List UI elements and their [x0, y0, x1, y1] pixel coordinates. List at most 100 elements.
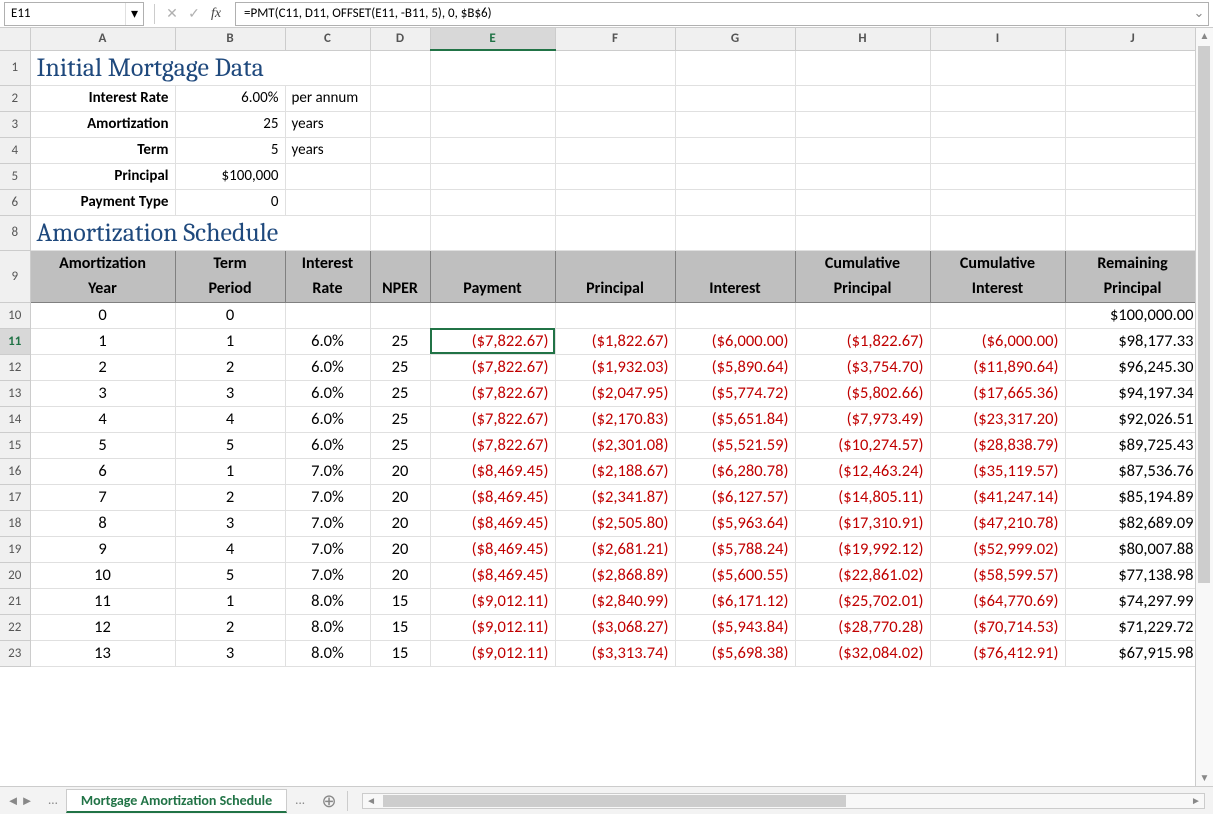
row-head-10[interactable]: 10	[0, 302, 30, 328]
cell-cum-principal[interactable]: ($12,463.24)	[795, 458, 930, 484]
param-value[interactable]: $100,000	[175, 163, 285, 189]
name-box[interactable]: E11 ▾	[4, 2, 144, 26]
col-head-H[interactable]: H	[795, 28, 930, 50]
cell-year[interactable]: 2	[30, 354, 175, 380]
cell[interactable]	[930, 50, 1065, 85]
row-head-9[interactable]: 9	[0, 250, 30, 302]
cell-year[interactable]: 6	[30, 458, 175, 484]
cell-nper[interactable]: 15	[370, 614, 430, 640]
cell[interactable]	[675, 189, 795, 215]
cell-cum-interest[interactable]: ($52,999.02)	[930, 536, 1065, 562]
row-head-22[interactable]: 22	[0, 614, 30, 640]
cell-remaining[interactable]: $80,007.88	[1065, 536, 1200, 562]
cell-remaining[interactable]: $67,915.98	[1065, 640, 1200, 666]
cell-nper[interactable]: 20	[370, 484, 430, 510]
cell-remaining[interactable]: $77,138.98	[1065, 562, 1200, 588]
cell-year[interactable]: 7	[30, 484, 175, 510]
cell-interest[interactable]: ($6,171.12)	[675, 588, 795, 614]
cell-period[interactable]: 2	[175, 484, 285, 510]
cell[interactable]	[370, 163, 430, 189]
cell-interest[interactable]: ($6,000.00)	[675, 328, 795, 354]
cell-remaining[interactable]: $87,536.76	[1065, 458, 1200, 484]
cell-rate[interactable]: 6.0%	[285, 380, 370, 406]
sched-header-bot[interactable]: Principal	[795, 276, 930, 302]
sched-header-top[interactable]	[555, 250, 675, 276]
cell[interactable]	[555, 50, 675, 85]
cell-cum-interest[interactable]: ($11,890.64)	[930, 354, 1065, 380]
cell-rate[interactable]: 6.0%	[285, 354, 370, 380]
row-head-1[interactable]: 1	[0, 50, 30, 85]
cell[interactable]	[795, 163, 930, 189]
cell[interactable]	[795, 111, 930, 137]
cell-interest[interactable]: ($6,127.57)	[675, 484, 795, 510]
cell-cum-interest[interactable]: ($28,838.79)	[930, 432, 1065, 458]
cell-remaining[interactable]: $100,000.00	[1065, 302, 1200, 328]
col-head-E[interactable]: E	[430, 28, 555, 50]
cell[interactable]	[930, 111, 1065, 137]
horizontal-scrollbar[interactable]: ◄ ►	[362, 793, 1205, 809]
sched-header-bot[interactable]: Period	[175, 276, 285, 302]
cell-rate[interactable]: 6.0%	[285, 328, 370, 354]
cell-interest[interactable]: ($5,600.55)	[675, 562, 795, 588]
cell[interactable]	[370, 50, 430, 85]
cell[interactable]	[1065, 111, 1200, 137]
row-head-19[interactable]: 19	[0, 536, 30, 562]
col-head-J[interactable]: J	[1065, 28, 1200, 50]
cell-remaining[interactable]: $82,689.09	[1065, 510, 1200, 536]
cell-period[interactable]: 2	[175, 354, 285, 380]
cell-interest[interactable]: ($5,774.72)	[675, 380, 795, 406]
tab-overflow-right[interactable]: ...	[287, 793, 313, 808]
cell[interactable]	[555, 189, 675, 215]
cell[interactable]	[430, 50, 555, 85]
param-unit[interactable]: per annum	[285, 85, 370, 111]
cell-nper[interactable]: 20	[370, 510, 430, 536]
sched-header-bot[interactable]: Interest	[675, 276, 795, 302]
cell-year[interactable]: 1	[30, 328, 175, 354]
cell-rate[interactable]	[285, 302, 370, 328]
scroll-track[interactable]	[1196, 44, 1213, 770]
sched-header-bot[interactable]: NPER	[370, 276, 430, 302]
cell-remaining[interactable]: $85,194.89	[1065, 484, 1200, 510]
cell[interactable]	[930, 215, 1065, 250]
cell-principal[interactable]: ($2,047.95)	[555, 380, 675, 406]
cell[interactable]	[1065, 189, 1200, 215]
cell-payment[interactable]: ($8,469.45)	[430, 536, 555, 562]
enter-icon[interactable]: ✓	[183, 3, 205, 25]
cell-cum-principal[interactable]: ($10,274.57)	[795, 432, 930, 458]
sched-header-bot[interactable]: Rate	[285, 276, 370, 302]
cell-payment[interactable]: ($8,469.45)	[430, 458, 555, 484]
spreadsheet-grid[interactable]: ABCDEFGHIJ1Initial Mortgage Data2Interes…	[0, 28, 1213, 786]
cell-rate[interactable]: 7.0%	[285, 484, 370, 510]
cell-remaining[interactable]: $94,197.34	[1065, 380, 1200, 406]
cell-cum-principal[interactable]: ($17,310.91)	[795, 510, 930, 536]
cell[interactable]	[370, 137, 430, 163]
cell[interactable]	[430, 85, 555, 111]
param-value[interactable]: 5	[175, 137, 285, 163]
cell-cum-interest[interactable]: ($6,000.00)	[930, 328, 1065, 354]
cell-nper[interactable]: 25	[370, 328, 430, 354]
cell-year[interactable]: 5	[30, 432, 175, 458]
cell-principal[interactable]: ($2,505.80)	[555, 510, 675, 536]
cell-rate[interactable]: 6.0%	[285, 432, 370, 458]
cell-cum-principal[interactable]: ($32,084.02)	[795, 640, 930, 666]
param-label[interactable]: Term	[30, 137, 175, 163]
cell-nper[interactable]: 25	[370, 354, 430, 380]
cell-principal[interactable]: ($2,840.99)	[555, 588, 675, 614]
cell-interest[interactable]: ($5,890.64)	[675, 354, 795, 380]
cell-year[interactable]: 10	[30, 562, 175, 588]
param-label[interactable]: Principal	[30, 163, 175, 189]
cell-payment[interactable]: ($9,012.11)	[430, 588, 555, 614]
cell[interactable]	[430, 111, 555, 137]
sched-header-top[interactable]: Amortization	[30, 250, 175, 276]
cell-year[interactable]: 3	[30, 380, 175, 406]
cell-cum-principal[interactable]: ($14,805.11)	[795, 484, 930, 510]
cell[interactable]	[795, 85, 930, 111]
cell-remaining[interactable]: $74,297.99	[1065, 588, 1200, 614]
vertical-scrollbar[interactable]: ▲ ▼	[1195, 28, 1213, 786]
param-unit[interactable]: years	[285, 137, 370, 163]
cell-period[interactable]: 5	[175, 562, 285, 588]
sched-header-top[interactable]	[675, 250, 795, 276]
sched-header-bot[interactable]: Principal	[1065, 276, 1200, 302]
cell-cum-interest[interactable]: ($64,770.69)	[930, 588, 1065, 614]
param-value[interactable]: 0	[175, 189, 285, 215]
